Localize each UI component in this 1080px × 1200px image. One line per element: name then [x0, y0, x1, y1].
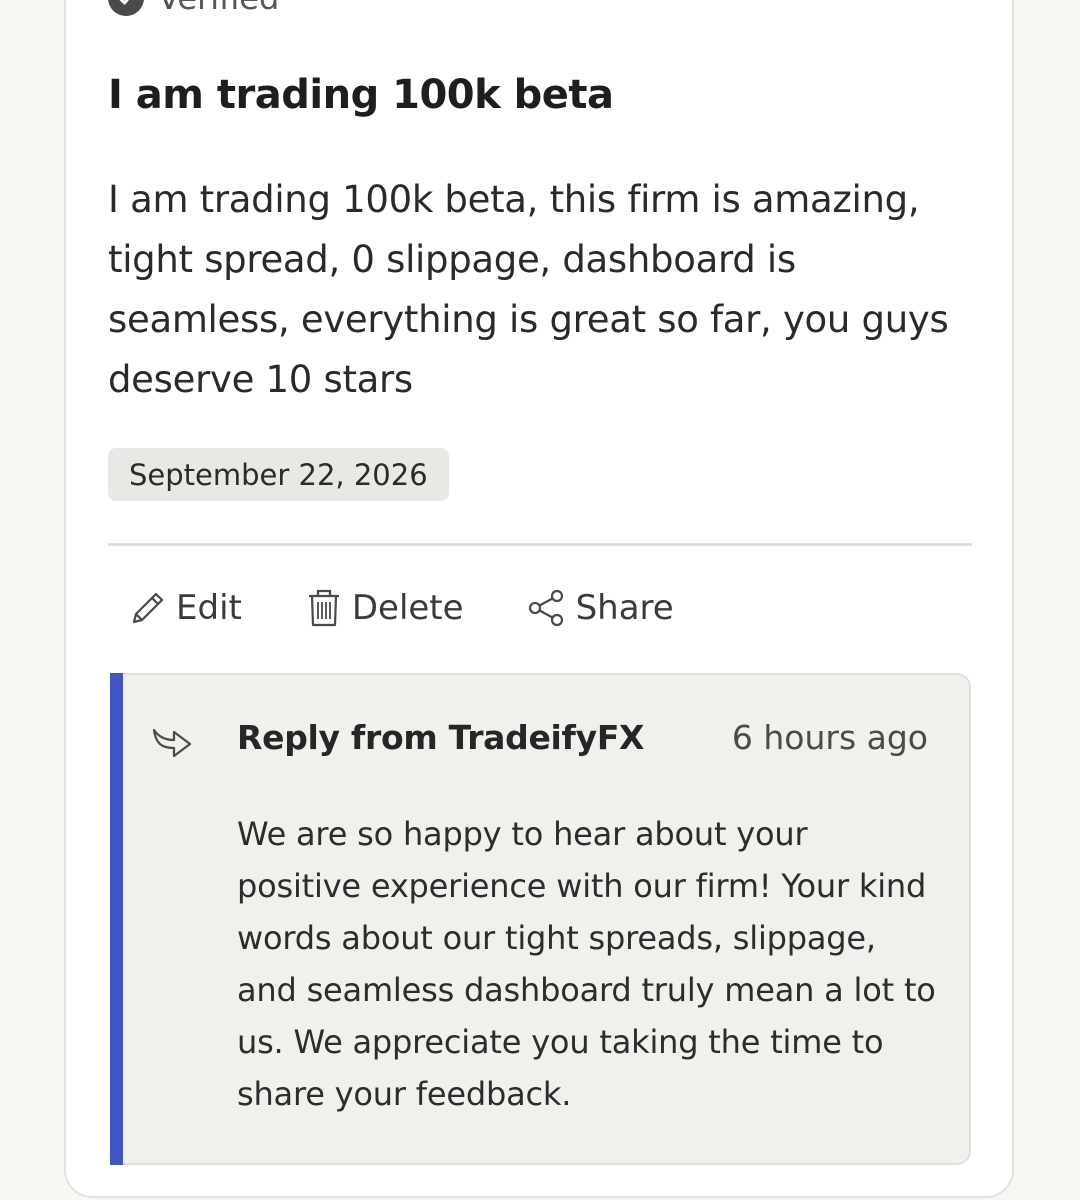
check-circle-icon	[108, 0, 144, 16]
reply-arrow-icon	[150, 724, 196, 768]
reply-accent-bar	[110, 673, 123, 1165]
share-label: Share	[575, 588, 674, 628]
divider	[108, 543, 972, 546]
review-actions: Edit Delete Share	[128, 582, 736, 634]
pencil-icon	[128, 588, 168, 628]
edit-button[interactable]: Edit	[128, 588, 242, 628]
review-date: September 22, 2026	[108, 448, 449, 501]
review-title: I am trading 100k beta	[108, 72, 614, 118]
reply-title: Reply from TradeifyFX	[237, 718, 645, 757]
review-body: I am trading 100k beta, this firm is ama…	[108, 178, 949, 401]
trash-icon	[304, 587, 344, 629]
reply-timestamp: 6 hours ago	[731, 718, 928, 757]
delete-button[interactable]: Delete	[304, 587, 464, 629]
verified-label: Verified	[158, 0, 279, 17]
share-button[interactable]: Share	[526, 588, 674, 628]
share-icon	[526, 588, 568, 628]
verified-badge: Verified	[108, 0, 279, 18]
delete-label: Delete	[351, 588, 464, 628]
edit-label: Edit	[176, 588, 242, 628]
reply-text: We are so happy to hear about your posit…	[237, 815, 936, 1113]
